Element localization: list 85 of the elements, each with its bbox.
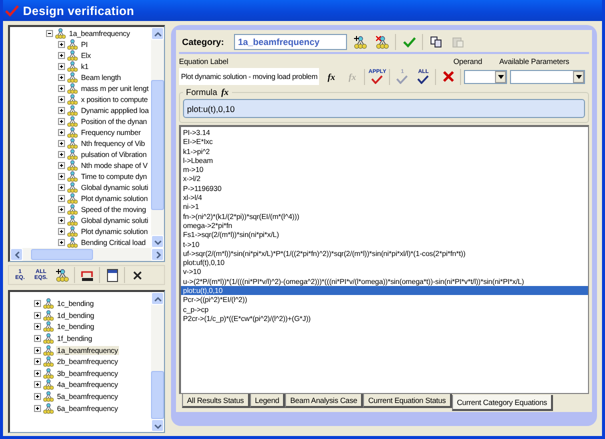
caret-icon (498, 74, 504, 78)
node-tree-icon (67, 83, 78, 94)
node-tree-icon (43, 402, 54, 414)
window-title: Design verification (23, 4, 134, 18)
expand-icon[interactable] (58, 74, 65, 81)
node-tree-icon (43, 333, 54, 344)
expand-icon[interactable] (58, 151, 65, 158)
node-tree-icon (67, 61, 78, 72)
expand-icon[interactable] (58, 52, 65, 59)
plus-icon (354, 36, 358, 40)
node-tree-icon (67, 204, 78, 215)
expand-icon[interactable] (58, 140, 65, 147)
node-tree-icon (67, 149, 78, 160)
node-tree-icon (43, 310, 54, 321)
node-tree-icon (67, 127, 78, 138)
expand-icon[interactable] (58, 184, 65, 191)
node-tree-icon (376, 36, 388, 48)
node-tree-icon (67, 182, 78, 193)
node-tree-icon (354, 36, 366, 48)
expand-icon[interactable] (58, 96, 65, 103)
expand-icon[interactable] (58, 239, 65, 246)
function-icon: fx (348, 72, 356, 82)
check-icon (5, 4, 19, 16)
expand-icon[interactable] (58, 129, 65, 136)
expand-icon[interactable] (58, 85, 65, 92)
node-tree-icon (43, 356, 54, 368)
node-tree-icon (67, 50, 78, 61)
node-tree-icon (67, 237, 78, 248)
node-tree-icon (67, 138, 78, 149)
expand-icon[interactable] (58, 63, 65, 70)
toolbar-button[interactable]: fx (322, 68, 340, 86)
expand-icon[interactable] (58, 173, 65, 180)
expand-icon[interactable] (58, 228, 65, 235)
expand-icon[interactable] (58, 217, 65, 224)
node-tree-icon (67, 116, 78, 127)
node-tree-icon (67, 215, 78, 226)
parameters-dropdown[interactable] (510, 70, 586, 84)
node-tree-icon (67, 72, 78, 83)
toolbar-button[interactable] (351, 33, 369, 51)
category-label: Category: (182, 37, 226, 47)
check-icon (417, 75, 430, 84)
clipboard-icon (452, 36, 464, 48)
node-tree-icon (43, 391, 54, 402)
check-icon (402, 36, 416, 48)
expand-icon[interactable] (58, 41, 65, 48)
node-tree-icon (43, 368, 54, 379)
node-tree-icon (67, 226, 78, 237)
window-icon (106, 268, 118, 282)
caret-icon (576, 74, 582, 78)
check-icon (371, 75, 384, 84)
formula-field[interactable]: plot:u(t),0,10 (183, 99, 585, 118)
node-tree-icon (67, 160, 78, 171)
node-tree-icon (67, 94, 78, 105)
loop-icon (80, 268, 94, 282)
delete-icon (442, 71, 454, 82)
scrollbar-thumb[interactable] (31, 249, 93, 260)
scrollbar-thumb[interactable] (151, 80, 164, 210)
node-tree-icon (43, 344, 54, 356)
node-tree-icon (67, 105, 78, 116)
node-tree-icon (67, 171, 78, 182)
toolbar-button[interactable] (53, 266, 71, 284)
node-tree-icon (43, 321, 54, 332)
node-tree-icon (67, 193, 78, 204)
check-icon (396, 75, 408, 84)
formula-legend: Formula (186, 87, 218, 97)
node-tree-icon (43, 298, 54, 310)
expand-icon[interactable] (58, 206, 65, 213)
scrollbar-thumb[interactable] (151, 371, 164, 419)
expand-icon[interactable] (58, 107, 65, 114)
plus-icon (56, 268, 60, 274)
function-icon: fx (221, 87, 229, 97)
node-tree-icon (56, 268, 68, 282)
category-field[interactable]: 1a_beamfrequency (234, 34, 347, 50)
node-tree-icon (67, 39, 78, 50)
function-icon: fx (328, 72, 336, 82)
collapse-icon[interactable] (46, 30, 53, 37)
expand-icon[interactable] (58, 195, 65, 202)
expand-icon[interactable] (58, 162, 65, 169)
cross-icon (376, 36, 380, 40)
operand-dropdown[interactable] (464, 70, 508, 84)
node-tree-icon (43, 379, 54, 390)
copy-icon (430, 36, 442, 48)
node-tree-icon (55, 28, 66, 39)
expand-icon[interactable] (58, 118, 65, 125)
close-icon (132, 270, 142, 280)
